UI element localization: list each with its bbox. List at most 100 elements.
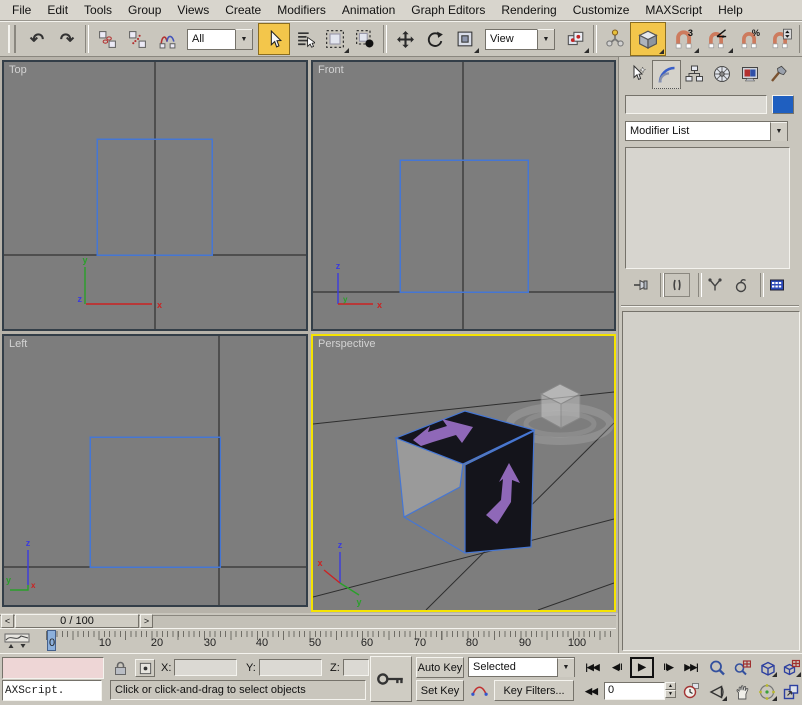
menu-tools[interactable]: Tools	[76, 0, 120, 20]
window-crossing-button[interactable]	[350, 24, 380, 54]
tab-utilities[interactable]	[764, 60, 791, 87]
dropdown-arrow-icon[interactable]: ▼	[537, 29, 554, 49]
menu-edit[interactable]: Edit	[39, 0, 76, 20]
viewport-left-label[interactable]: Left	[9, 338, 27, 350]
select-and-move-button[interactable]	[390, 24, 420, 54]
time-next-button[interactable]: >	[140, 614, 153, 628]
unlink-selection-button[interactable]	[122, 24, 152, 54]
arc-rotate-button[interactable]	[755, 681, 778, 702]
menu-maxscript[interactable]: MAXScript	[637, 0, 710, 20]
select-and-rotate-button[interactable]	[420, 24, 450, 54]
maxscript-listener-input[interactable]: AXScript.	[2, 680, 102, 701]
tab-hierarchy[interactable]	[680, 60, 707, 87]
object-color-swatch[interactable]	[772, 95, 794, 114]
angle-snap-button[interactable]	[700, 24, 734, 54]
viewport-front-label[interactable]: Front	[318, 64, 344, 76]
menu-customize[interactable]: Customize	[565, 0, 638, 20]
spinner-down-icon[interactable]: ▼	[665, 690, 676, 698]
y-coord-field[interactable]	[259, 659, 322, 676]
time-slider-handle[interactable]: 0 / 100	[15, 614, 139, 628]
menu-views[interactable]: Views	[169, 0, 217, 20]
tab-display[interactable]	[736, 60, 763, 87]
redo-button[interactable]: ↷	[52, 24, 82, 54]
reference-coordinate-combo[interactable]: View ▼	[485, 29, 555, 50]
x-coord-field[interactable]	[174, 659, 237, 676]
min-max-toggle-button[interactable]	[780, 681, 802, 702]
set-keys-button[interactable]	[370, 656, 412, 702]
show-end-result-button[interactable]	[664, 273, 690, 297]
select-object-button[interactable]	[258, 23, 290, 55]
object-name-field[interactable]	[625, 95, 767, 114]
toolbar-grip[interactable]	[8, 25, 16, 53]
next-frame-button[interactable]: ‖▶	[658, 658, 678, 677]
zoom-button[interactable]	[705, 657, 728, 678]
menu-group[interactable]: Group	[120, 0, 169, 20]
tab-motion[interactable]	[708, 60, 735, 87]
bind-to-space-warp-button[interactable]	[152, 24, 182, 54]
open-mini-curve-editor-button[interactable]	[2, 630, 32, 651]
viewport-perspective-canvas[interactable]: z x y	[313, 336, 614, 610]
menu-animation[interactable]: Animation	[334, 0, 403, 20]
default-tangent-button[interactable]	[468, 680, 490, 701]
zoom-extents-button[interactable]	[755, 657, 778, 678]
selected-box-wireframe-front[interactable]	[400, 160, 528, 292]
select-and-scale-button[interactable]	[450, 24, 480, 54]
remove-modifier-button[interactable]	[729, 274, 753, 296]
spinner-up-icon[interactable]: ▲	[665, 682, 676, 690]
selection-set-combo[interactable]: Selected ▼	[468, 657, 575, 677]
zoom-all-button[interactable]	[730, 657, 753, 678]
viewport-left[interactable]: Left z y x	[2, 334, 308, 607]
select-and-link-button[interactable]	[92, 24, 122, 54]
make-unique-button[interactable]	[703, 274, 727, 296]
menu-rendering[interactable]: Rendering	[493, 0, 564, 20]
viewport-perspective-label[interactable]: Perspective	[318, 338, 375, 350]
modifier-stack-list[interactable]	[625, 147, 790, 269]
z-coord-field[interactable]	[343, 659, 369, 676]
viewport-front-canvas[interactable]: z y x	[313, 62, 614, 329]
select-and-manipulate-button[interactable]	[600, 24, 630, 54]
selected-box-wireframe-left[interactable]	[90, 437, 220, 567]
spinner-snap-button[interactable]	[766, 24, 796, 54]
configure-modifier-sets-button[interactable]	[765, 274, 789, 296]
selected-arrow-box[interactable]	[396, 411, 534, 553]
pan-view-button[interactable]	[730, 681, 753, 702]
undo-button[interactable]: ↶	[22, 24, 52, 54]
use-pivot-point-center-button[interactable]	[560, 24, 590, 54]
menu-graph-editors[interactable]: Graph Editors	[403, 0, 493, 20]
set-key-button[interactable]: Set Key	[416, 680, 464, 701]
viewport-top-canvas[interactable]: y z x	[4, 62, 306, 329]
frame-spinner[interactable]: ▲ ▼	[665, 682, 676, 700]
time-configuration-button[interactable]	[680, 681, 701, 701]
snap-toggle-3d-button[interactable]: 3	[666, 24, 700, 54]
dropdown-arrow-icon[interactable]: ▼	[235, 29, 252, 49]
rollout-area[interactable]	[622, 311, 800, 651]
pin-stack-button[interactable]	[629, 274, 653, 296]
key-mode-toggle-button[interactable]: ◀◀	[581, 682, 601, 701]
viewport-front[interactable]: Front z y x	[311, 60, 616, 331]
absolute-offset-mode-button[interactable]	[135, 659, 155, 677]
viewport-top-label[interactable]: Top	[9, 64, 27, 76]
viewport-perspective[interactable]: Perspective	[311, 334, 616, 612]
selection-lock-icon[interactable]	[112, 660, 129, 677]
tab-modify[interactable]	[652, 60, 681, 89]
menu-help[interactable]: Help	[710, 0, 751, 20]
field-of-view-button[interactable]	[705, 681, 728, 702]
dropdown-arrow-icon[interactable]: ▼	[557, 658, 574, 677]
select-by-name-button[interactable]	[290, 24, 320, 54]
viewport-top[interactable]: Top y z x	[2, 60, 308, 331]
zoom-extents-all-button[interactable]	[780, 657, 802, 678]
play-button[interactable]: ▶	[630, 657, 654, 678]
rectangular-selection-region-button[interactable]	[320, 24, 350, 54]
menu-file[interactable]: File	[4, 0, 39, 20]
selection-filter-combo[interactable]: All ▼	[187, 29, 253, 50]
modifier-list-combo[interactable]: Modifier List ▼	[625, 121, 788, 141]
previous-frame-button[interactable]: ◀‖	[607, 658, 627, 677]
time-prev-button[interactable]: <	[1, 614, 14, 628]
menu-create[interactable]: Create	[217, 0, 269, 20]
dropdown-arrow-icon[interactable]: ▼	[770, 122, 787, 141]
current-frame-field[interactable]: 0	[604, 682, 665, 700]
tab-create[interactable]	[624, 60, 651, 87]
maxscript-listener-output[interactable]	[2, 657, 104, 679]
snaps-toggle-button[interactable]	[630, 22, 666, 56]
menu-modifiers[interactable]: Modifiers	[269, 0, 334, 20]
